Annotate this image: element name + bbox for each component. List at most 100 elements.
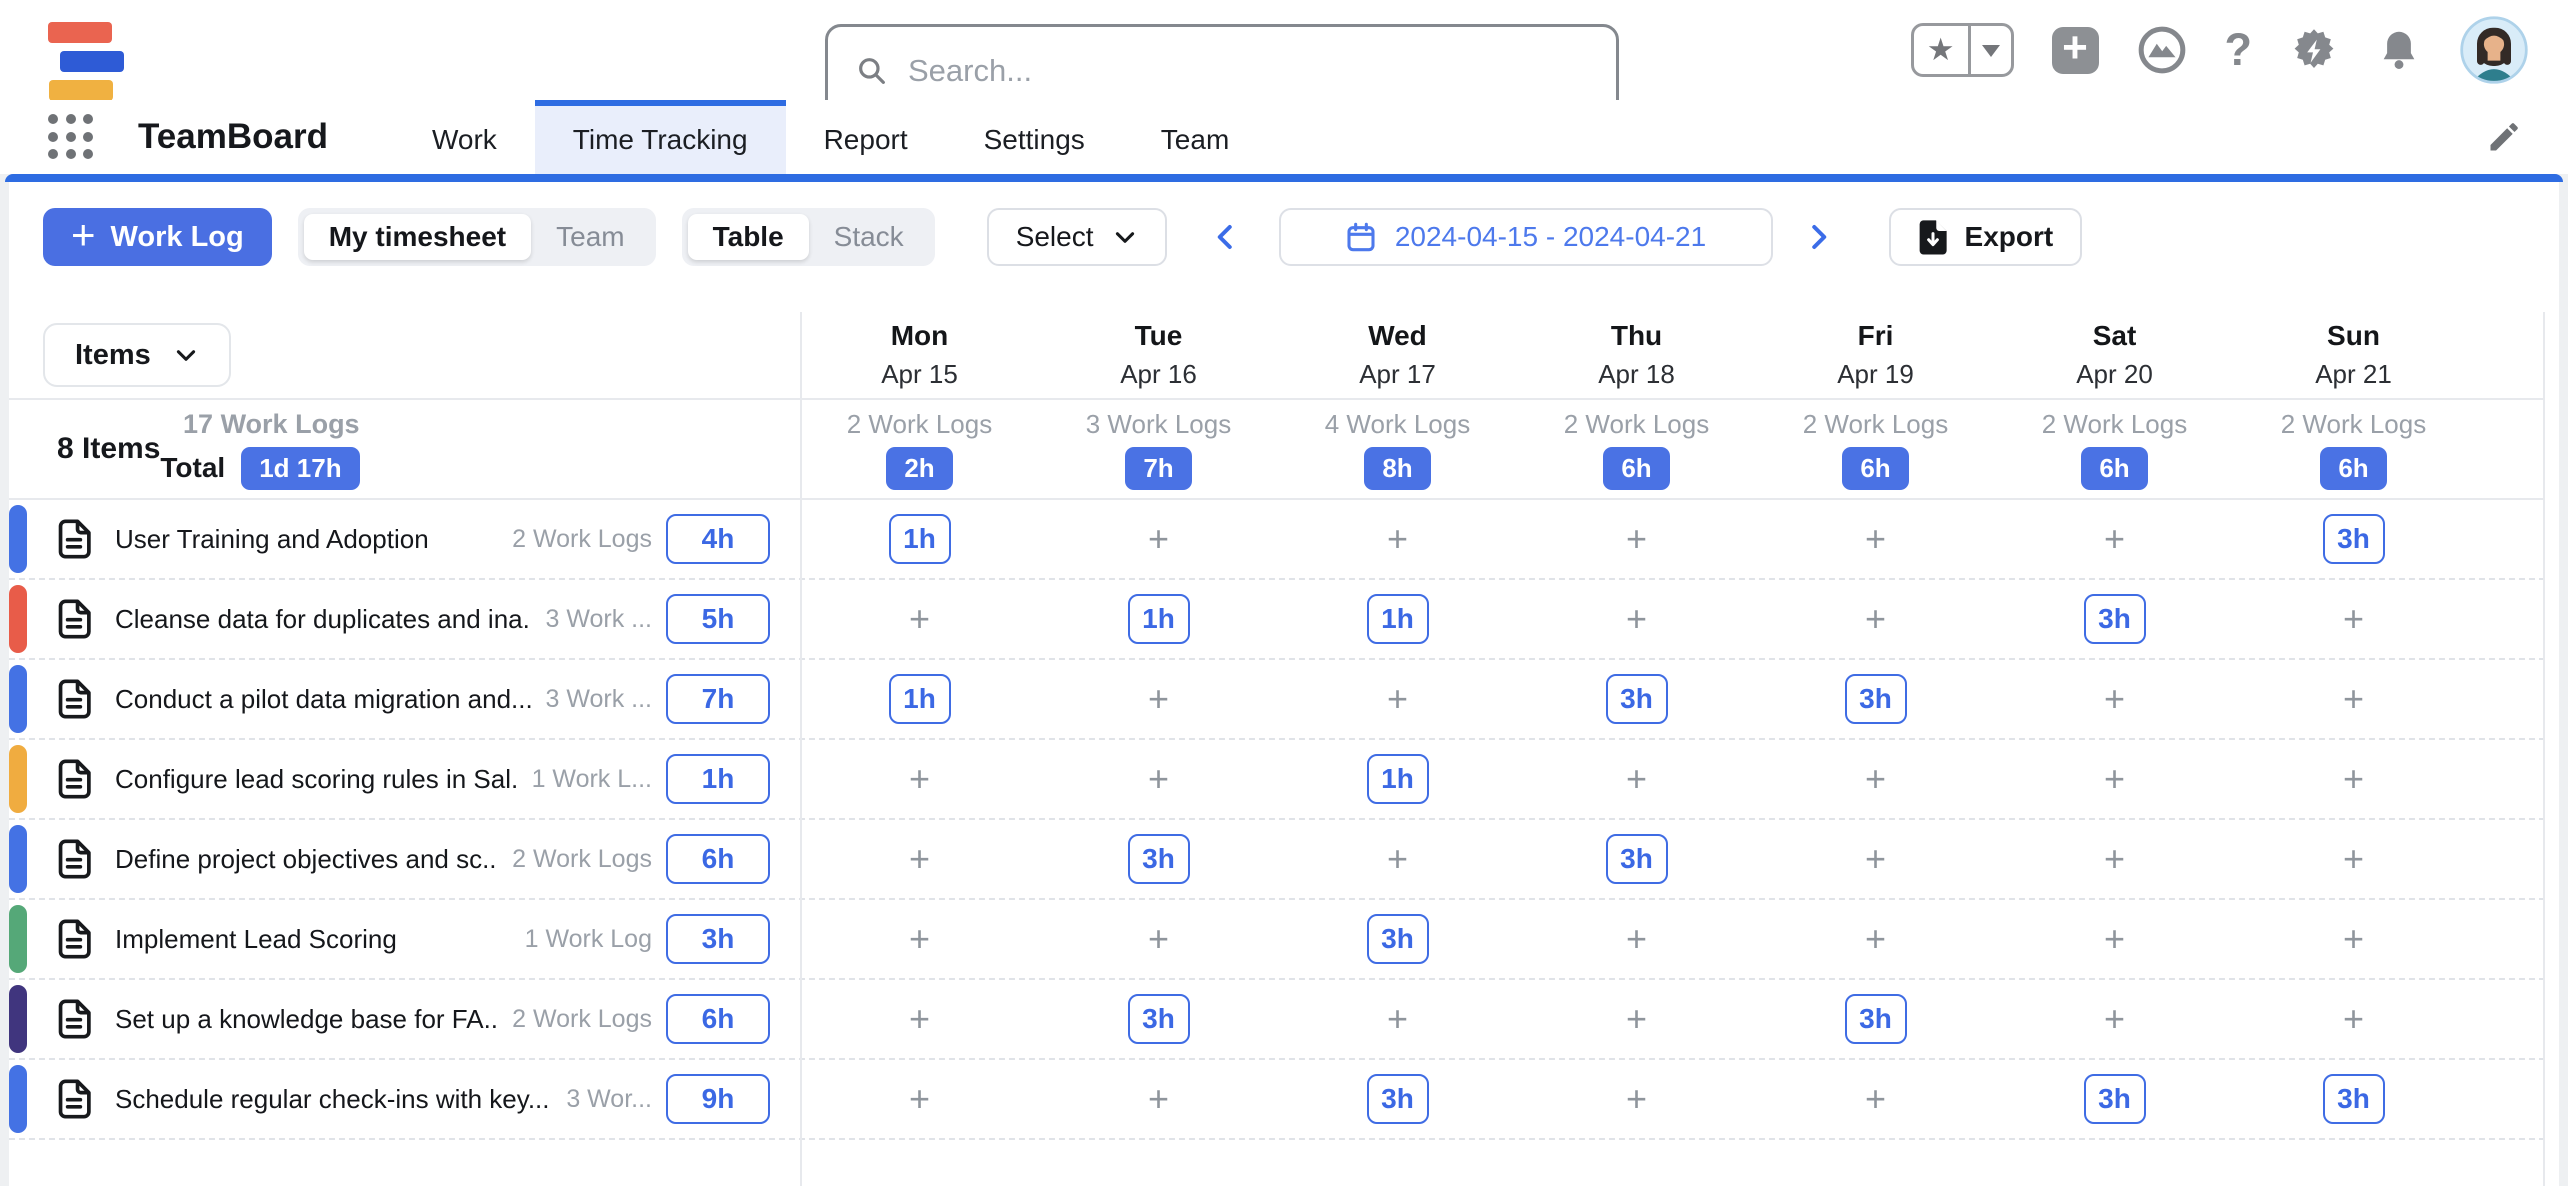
task-cell[interactable]: Set up a knowledge base for FA...2 Work … bbox=[9, 980, 800, 1058]
worklog-value[interactable]: 1h bbox=[889, 674, 951, 724]
worklog-cell: + bbox=[1995, 660, 2234, 738]
export-button[interactable]: Export bbox=[1889, 208, 2083, 266]
document-icon bbox=[57, 999, 91, 1039]
peak-badge-icon[interactable] bbox=[2137, 25, 2187, 75]
favorite-dropdown-caret[interactable] bbox=[1971, 26, 2011, 74]
chevron-right-icon bbox=[1803, 218, 1833, 256]
worklog-value[interactable]: 3h bbox=[2323, 1074, 2385, 1124]
day-total-badge: 6h bbox=[2081, 447, 2147, 490]
worklog-cell: + bbox=[1995, 820, 2234, 898]
top-bar: ★ + ? bbox=[0, 0, 2568, 100]
toggle-table[interactable]: Table bbox=[688, 214, 809, 260]
task-color-bar bbox=[9, 505, 27, 573]
create-plus-icon[interactable]: + bbox=[2052, 27, 2099, 74]
notifications-bell-icon[interactable] bbox=[2376, 27, 2422, 73]
worklog-value[interactable]: 3h bbox=[1367, 914, 1429, 964]
tab-work[interactable]: Work bbox=[394, 100, 535, 174]
task-cell[interactable]: Conduct a pilot data migration and...3 W… bbox=[9, 660, 800, 738]
worklog-value[interactable]: 3h bbox=[1845, 674, 1907, 724]
items-count: 8 Items bbox=[57, 432, 160, 466]
day-summary-cell: 3 Work Logs7h bbox=[1039, 400, 1278, 498]
tab-time-tracking[interactable]: Time Tracking bbox=[535, 100, 786, 174]
prev-week-button[interactable] bbox=[1211, 218, 1241, 256]
task-name: Schedule regular check-ins with key... bbox=[115, 1084, 552, 1115]
toggle-stack[interactable]: Stack bbox=[809, 214, 929, 260]
task-cell[interactable]: Cleanse data for duplicates and ina...3 … bbox=[9, 580, 800, 658]
task-cell[interactable]: Define project objectives and sc...2 Wor… bbox=[9, 820, 800, 898]
favorite-star-icon[interactable]: ★ bbox=[1914, 26, 1971, 74]
day-name: Sun bbox=[2327, 320, 2380, 352]
favorites-split-button[interactable]: ★ bbox=[1911, 23, 2014, 77]
items-dropdown[interactable]: Items bbox=[43, 323, 231, 387]
task-cell[interactable]: Implement Lead Scoring1 Work Log3h bbox=[9, 900, 800, 978]
chevron-down-icon bbox=[173, 342, 199, 368]
task-total-badge[interactable]: 7h bbox=[666, 674, 770, 724]
worklog-cell: + bbox=[1995, 740, 2234, 818]
edit-pencil-icon[interactable] bbox=[2486, 119, 2522, 160]
toggle-my-timesheet[interactable]: My timesheet bbox=[304, 214, 531, 260]
document-icon bbox=[57, 759, 91, 799]
select-dropdown[interactable]: Select bbox=[987, 208, 1167, 266]
worklog-value[interactable]: 3h bbox=[1367, 1074, 1429, 1124]
task-cell[interactable]: User Training and Adoption2 Work Logs4h bbox=[9, 500, 800, 578]
day-total-badge: 2h bbox=[886, 447, 952, 490]
worklog-cell: + bbox=[800, 580, 1039, 658]
document-icon bbox=[57, 679, 91, 719]
task-cell[interactable]: Configure lead scoring rules in Sal...1 … bbox=[9, 740, 800, 818]
task-color-bar bbox=[9, 985, 27, 1053]
toggle-team[interactable]: Team bbox=[531, 214, 649, 260]
task-total-badge[interactable]: 4h bbox=[666, 514, 770, 564]
worklog-value[interactable]: 3h bbox=[1606, 834, 1668, 884]
worklog-value[interactable]: 3h bbox=[1128, 834, 1190, 884]
next-week-button[interactable] bbox=[1803, 218, 1833, 256]
document-icon bbox=[57, 519, 91, 559]
worklog-value[interactable]: 1h bbox=[889, 514, 951, 564]
worklog-value[interactable]: 3h bbox=[2084, 1074, 2146, 1124]
date-range-picker[interactable]: 2024-04-15 - 2024-04-21 bbox=[1279, 208, 1773, 266]
worklog-value[interactable]: 3h bbox=[1128, 994, 1190, 1044]
worklog-cell: + bbox=[1278, 660, 1517, 738]
task-cell[interactable]: Schedule regular check-ins with key...3 … bbox=[9, 1060, 800, 1138]
worklog-value[interactable]: 3h bbox=[1845, 994, 1907, 1044]
settings-gear-icon[interactable] bbox=[2290, 26, 2338, 74]
column-divider bbox=[800, 312, 802, 1186]
toolbar: + Work Log My timesheet Team Table Stack… bbox=[9, 182, 2559, 266]
task-work-logs-count: 2 Work Logs bbox=[512, 1005, 652, 1034]
task-total-badge[interactable]: 3h bbox=[666, 914, 770, 964]
apps-grid-icon[interactable] bbox=[48, 114, 94, 160]
day-name: Wed bbox=[1368, 320, 1427, 352]
worklog-value[interactable]: 3h bbox=[1606, 674, 1668, 724]
task-total-badge[interactable]: 9h bbox=[666, 1074, 770, 1124]
task-total-badge[interactable]: 5h bbox=[666, 594, 770, 644]
user-avatar[interactable] bbox=[2460, 16, 2528, 84]
search-input[interactable] bbox=[908, 53, 1588, 89]
worklog-value[interactable]: 3h bbox=[2323, 514, 2385, 564]
task-total-badge[interactable]: 6h bbox=[666, 834, 770, 884]
day-header: SatApr 20 bbox=[1995, 312, 2234, 398]
add-work-log-button[interactable]: + Work Log bbox=[43, 208, 272, 266]
task-row: Conduct a pilot data migration and...3 W… bbox=[9, 660, 2545, 740]
help-icon[interactable]: ? bbox=[2225, 24, 2253, 76]
worklog-cell: + bbox=[800, 900, 1039, 978]
worklog-cell: + bbox=[800, 980, 1039, 1058]
worklog-cell: 3h bbox=[2234, 1060, 2473, 1138]
tab-report[interactable]: Report bbox=[786, 100, 946, 174]
table-right-border bbox=[2543, 312, 2545, 1186]
app-logo bbox=[48, 22, 126, 100]
document-icon bbox=[57, 1079, 91, 1119]
tab-team[interactable]: Team bbox=[1123, 100, 1267, 174]
worklog-value[interactable]: 3h bbox=[2084, 594, 2146, 644]
task-total-badge[interactable]: 6h bbox=[666, 994, 770, 1044]
day-work-logs-count: 4 Work Logs bbox=[1325, 409, 1470, 440]
worklog-value[interactable]: 1h bbox=[1128, 594, 1190, 644]
task-color-bar bbox=[9, 745, 27, 813]
worklog-value[interactable]: 1h bbox=[1367, 594, 1429, 644]
tab-settings[interactable]: Settings bbox=[946, 100, 1123, 174]
view-toggle: Table Stack bbox=[682, 208, 935, 266]
worklog-cell: + bbox=[1517, 500, 1756, 578]
task-total-badge[interactable]: 1h bbox=[666, 754, 770, 804]
day-summary-cell: 2 Work Logs6h bbox=[1756, 400, 1995, 498]
day-date: Apr 17 bbox=[1359, 359, 1436, 390]
day-work-logs-count: 2 Work Logs bbox=[847, 409, 992, 440]
worklog-value[interactable]: 1h bbox=[1367, 754, 1429, 804]
